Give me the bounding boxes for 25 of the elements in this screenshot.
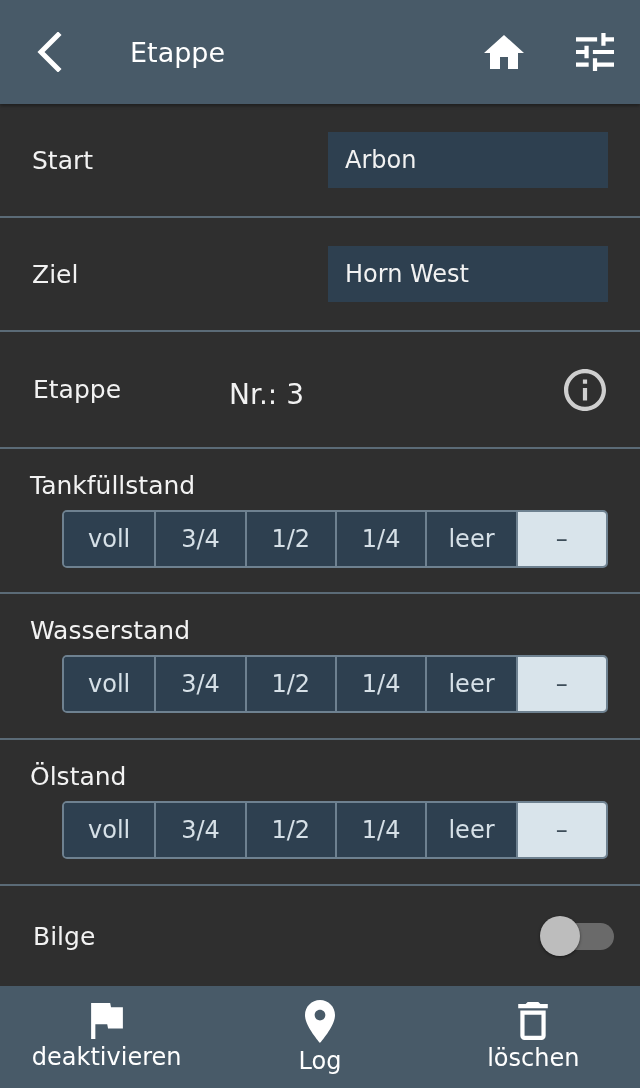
- info-icon[interactable]: [564, 368, 606, 411]
- segment-option[interactable]: –: [515, 657, 606, 711]
- home-icon[interactable]: [484, 35, 524, 69]
- input-field[interactable]: Horn West: [328, 246, 608, 302]
- settings-sliders-icon[interactable]: [576, 33, 614, 71]
- back-icon[interactable]: [36, 32, 62, 72]
- segment-option[interactable]: –: [515, 512, 606, 566]
- level-label: Ölstand: [30, 762, 127, 791]
- input-field[interactable]: Arbon: [328, 132, 608, 188]
- location-pin-icon: [305, 999, 335, 1043]
- field-label: Ziel: [32, 259, 79, 289]
- footer-action[interactable]: Log: [213, 986, 427, 1088]
- field-label: Etappe: [33, 375, 122, 404]
- flag-icon: [90, 1003, 123, 1039]
- level-label: Tankfüllstand: [30, 471, 196, 500]
- toggle-switch[interactable]: [540, 916, 614, 956]
- footer-action[interactable]: löschen: [426, 986, 640, 1088]
- toggle-label: Bilge: [33, 921, 96, 951]
- footer-action[interactable]: deaktivieren: [0, 986, 214, 1088]
- segment-option[interactable]: –: [515, 803, 606, 857]
- trash-icon: [518, 1002, 549, 1040]
- stage-number: Nr.: 3: [229, 378, 304, 411]
- page-title: Etappe: [130, 36, 226, 68]
- level-label: Wasserstand: [30, 616, 190, 645]
- field-label: Start: [32, 145, 94, 175]
